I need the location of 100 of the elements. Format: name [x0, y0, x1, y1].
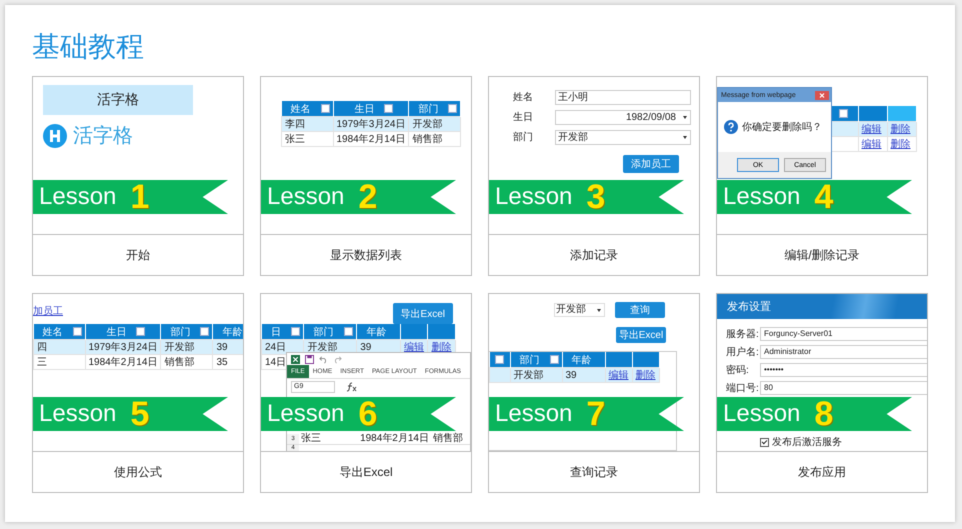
column-header: [605, 352, 632, 368]
column-header: [632, 352, 659, 368]
table-cell: [830, 136, 858, 152]
lesson-number: 3: [586, 179, 606, 215]
excel-icon: [291, 354, 300, 364]
save-icon[interactable]: [305, 354, 314, 364]
close-icon[interactable]: [815, 90, 829, 100]
table-cell: 李四: [282, 116, 333, 132]
add-button[interactable]: 添加员工: [623, 155, 679, 173]
field-label: 部门: [513, 130, 534, 144]
checkbox[interactable]: [760, 438, 769, 446]
lesson-title[interactable]: 编辑/删除记录: [717, 235, 927, 275]
lesson-number: 6: [358, 396, 378, 432]
lesson-card[interactable]: 姓名 王小明 生日 1982/09/08 部门 开发部 添加员工 Lesson 3 添加记录: [488, 76, 700, 276]
column-header: [858, 106, 887, 122]
lesson-label: Lesson: [495, 183, 572, 211]
logo-text: 活字格: [73, 124, 133, 149]
table-row[interactable]: 四 1979年3月24日 开发部 39: [34, 340, 243, 354]
table-row[interactable]: 李四 1979年3月24日 开发部: [282, 116, 461, 132]
lesson-title[interactable]: 添加记录: [489, 235, 699, 275]
lesson-label: Lesson: [495, 400, 572, 428]
input-field[interactable]: Administrator: [760, 344, 927, 358]
lesson-title[interactable]: 开始: [33, 235, 243, 275]
column-header: 部门: [408, 101, 461, 116]
filter-icon[interactable]: [344, 327, 353, 336]
table-row[interactable]: 编辑 删除: [830, 136, 916, 152]
field-label: 服务器:: [726, 328, 760, 340]
caret-icon: [683, 136, 687, 140]
caret-icon: [683, 116, 687, 120]
table-cell: 1979年3月24日: [85, 340, 161, 354]
question-icon: [724, 120, 738, 134]
lesson-label: Lesson: [267, 400, 344, 428]
table-cell: 24日: [262, 340, 304, 354]
add-link[interactable]: 加员工: [33, 304, 63, 318]
filter-icon[interactable]: [839, 108, 848, 118]
lesson-label: Lesson: [39, 400, 116, 428]
filter-icon[interactable]: [448, 104, 458, 114]
export-button[interactable]: 导出Excel: [616, 327, 666, 343]
lesson-card[interactable]: 开发部 查询 导出Excel 部门 年龄 开发部 39 编辑 删除 Lesson 7 查询记录: [488, 293, 700, 493]
logo-icon: [43, 124, 67, 148]
lesson-card[interactable]: 发布设置 服务器: Forguncy-Server01 用户名: Administrator 密码: ••••••• 端口号: 80 Lesson 8 发布后激活服务 发布应用: [716, 293, 928, 493]
filter-icon[interactable]: [384, 104, 394, 114]
lesson-number: 7: [586, 396, 606, 432]
column-header: 年龄: [562, 352, 605, 368]
input-field[interactable]: •••••••: [760, 362, 927, 376]
field-label: 用户名:: [726, 346, 760, 358]
function-icon[interactable]: [345, 382, 357, 392]
column-header: 生日: [85, 324, 161, 340]
table-cell: 销售部: [408, 132, 461, 146]
column-header: 年龄: [212, 324, 243, 340]
title-banner: 活字格: [43, 85, 193, 115]
table-cell: 四: [34, 340, 85, 354]
filter-icon[interactable]: [290, 327, 300, 336]
lesson-title[interactable]: 查询记录: [489, 452, 699, 492]
filter-icon[interactable]: [320, 104, 330, 114]
lesson-number: 8: [814, 396, 834, 432]
redo-icon[interactable]: [333, 354, 342, 364]
lesson-title[interactable]: 显示数据列表: [261, 235, 471, 275]
column-header: 姓名: [282, 101, 333, 116]
filter-icon[interactable]: [550, 355, 558, 364]
text-field[interactable]: 王小明: [555, 90, 691, 104]
lesson-label: Lesson: [267, 183, 344, 211]
sheet-cell-text: 张三: [300, 434, 322, 444]
column-header: 部门: [510, 352, 562, 368]
input-field[interactable]: Forguncy-Server01: [760, 326, 927, 340]
input-field[interactable]: 80: [760, 380, 927, 394]
lesson-title[interactable]: 导出Excel: [261, 452, 471, 492]
dialog-title: 发布设置: [727, 300, 771, 314]
table-row[interactable]: 三 1984年2月14日 销售部 35: [34, 354, 243, 370]
undo-icon[interactable]: [319, 354, 328, 364]
column-header: 姓名: [34, 324, 85, 340]
lesson-label: Lesson: [723, 183, 800, 211]
filter-icon[interactable]: [495, 354, 504, 364]
table-cell: 39: [562, 368, 605, 382]
filter-icon[interactable]: [136, 327, 146, 336]
lesson-card[interactable]: 活字格 活字格 Lesson 1 开始: [32, 76, 244, 276]
caret-icon: [597, 309, 601, 314]
table-cell: 1984年2月14日: [333, 132, 409, 146]
table-cell: 三: [34, 354, 85, 370]
column-header: 年龄: [356, 324, 400, 340]
table-cell: 开发部: [510, 368, 562, 382]
table-row[interactable]: 张三 1984年2月14日 销售部: [282, 132, 461, 146]
table-cell: 1979年3月24日: [333, 116, 409, 132]
export-button[interactable]: 导出Excel: [392, 303, 453, 324]
filter-icon[interactable]: [200, 327, 210, 336]
lesson-number: 5: [130, 396, 150, 432]
lesson-title[interactable]: 发布应用: [717, 452, 927, 492]
dropdown-field[interactable]: 1982/09/08: [555, 110, 691, 124]
filter-icon[interactable]: [72, 327, 82, 336]
lesson-card[interactable]: 姓名 生日 部门 李四 1979年3月24日 开发部 张三 1984年2月14日 销售部 Lesson 2 显示数据列表: [260, 76, 472, 276]
table-row[interactable]: 开发部 39 编辑 删除: [490, 368, 659, 382]
column-header: 日: [262, 324, 304, 340]
lesson-number: 1: [130, 179, 150, 215]
query-button[interactable]: 查询: [615, 302, 665, 318]
table-row[interactable]: 编辑 删除: [830, 122, 916, 136]
field-label: 密码:: [726, 364, 750, 376]
dropdown-field[interactable]: 开发部: [554, 303, 605, 317]
lesson-card[interactable]: 加员工 姓名 生日 部门 年龄 四 1979年3月24日 开发部 39 三 1984年2月14日 销售部 35 Lesson 5 使用公式: [32, 293, 244, 493]
lesson-title[interactable]: 使用公式: [33, 452, 243, 492]
dropdown-field[interactable]: 开发部: [555, 130, 691, 144]
